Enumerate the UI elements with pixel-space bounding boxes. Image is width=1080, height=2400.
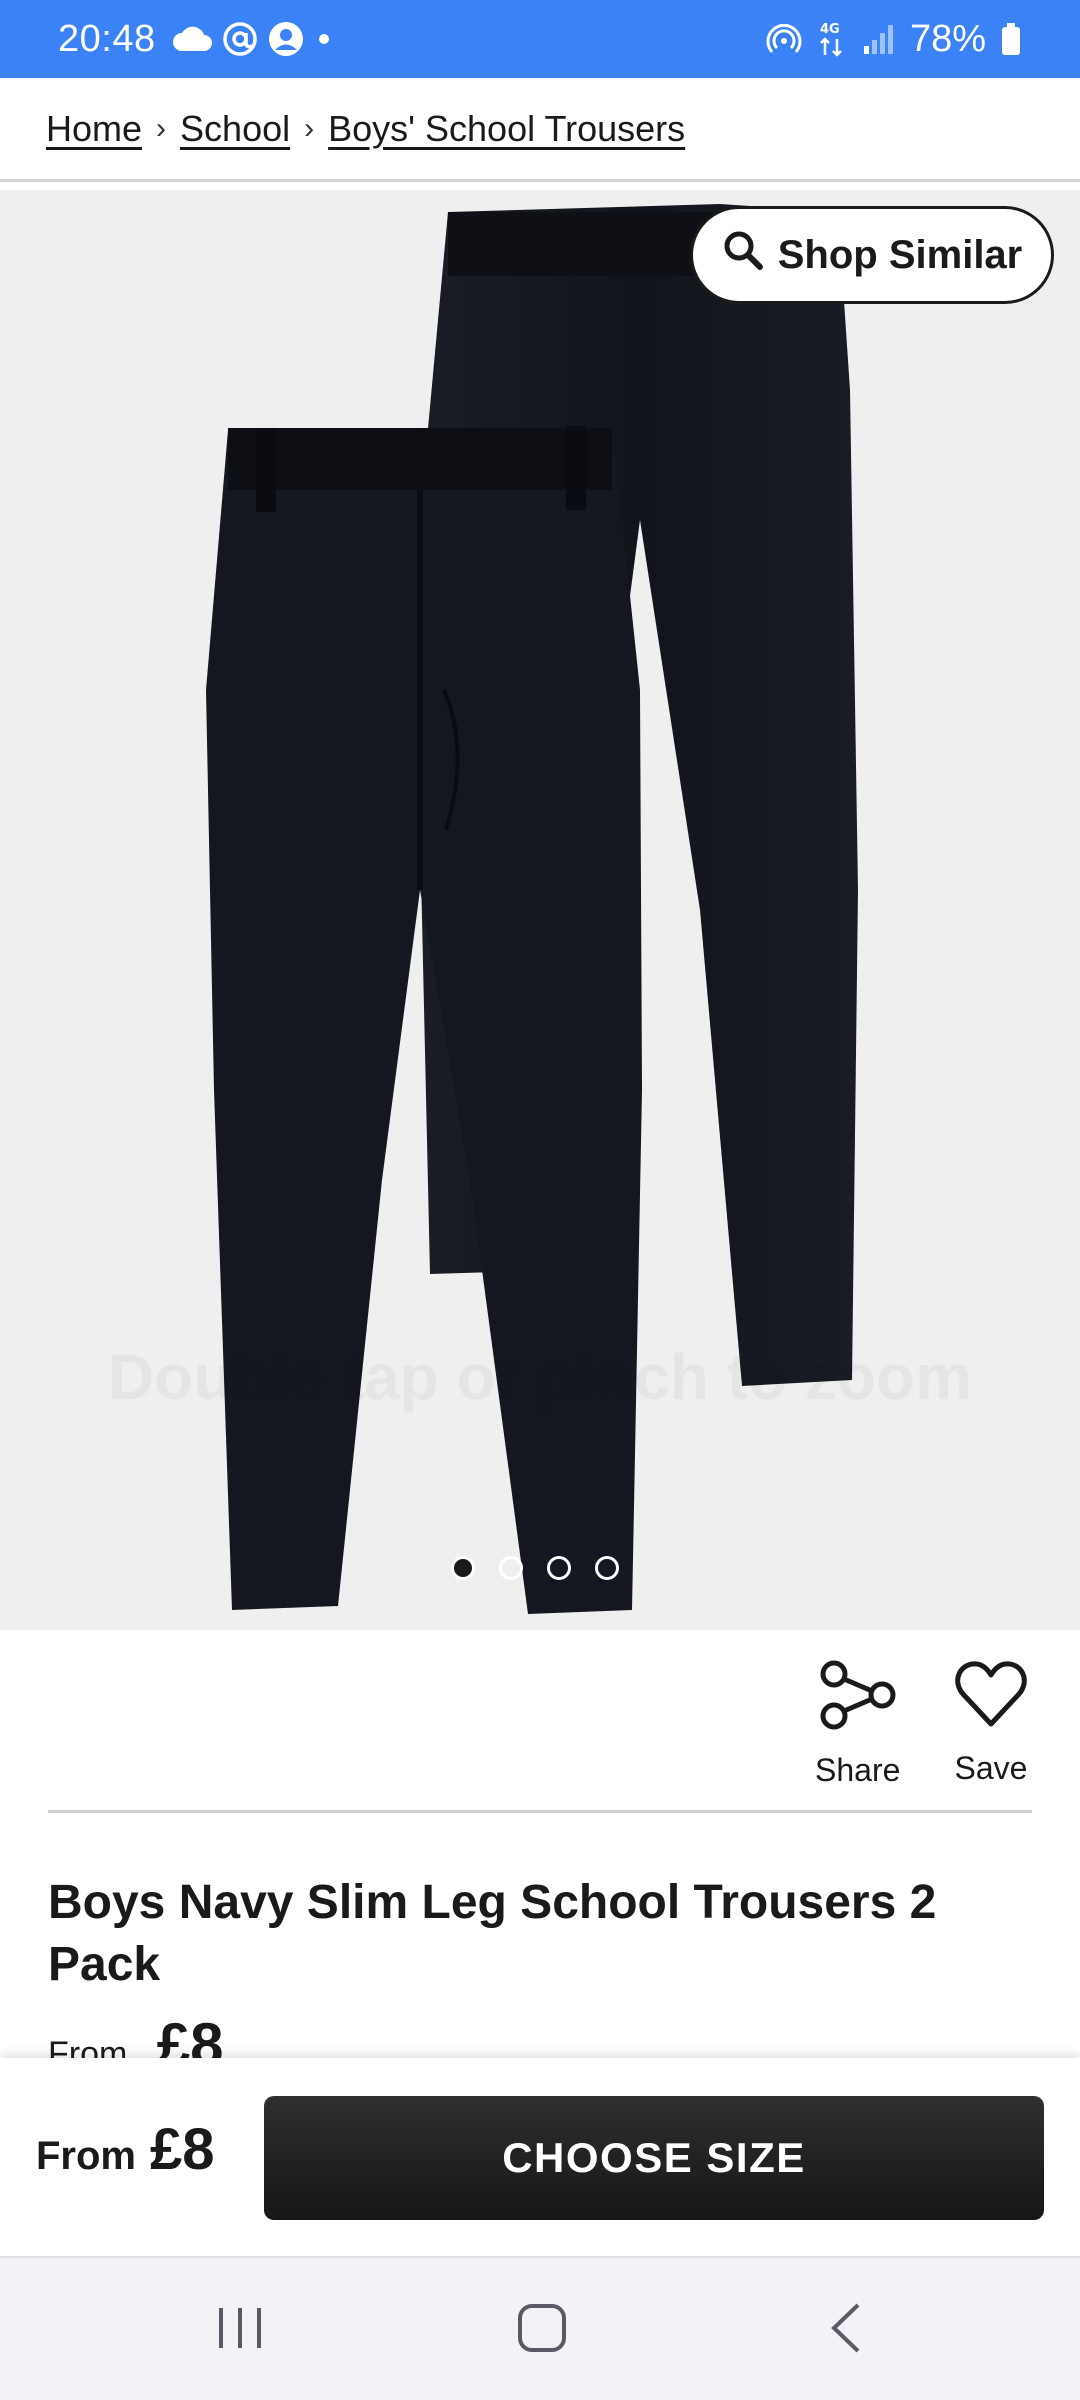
breadcrumb-separator: › xyxy=(304,111,315,145)
sticky-price-value: £8 xyxy=(150,2117,215,2182)
product-image-carousel[interactable]: Double tap or pinch to zoom Shop Similar xyxy=(0,190,1080,1630)
sticky-price: From £8 xyxy=(36,2116,215,2183)
breadcrumb-separator: › xyxy=(156,111,167,145)
cloud-icon xyxy=(172,25,212,53)
front-trousers xyxy=(206,426,642,1614)
account-icon xyxy=(268,21,304,57)
carousel-dot-2[interactable] xyxy=(499,1556,523,1580)
product-image xyxy=(206,204,858,1614)
back-icon xyxy=(826,2301,866,2360)
status-right-icons: 4G 78% xyxy=(766,18,1022,61)
home-button[interactable] xyxy=(482,2258,602,2400)
carousel-dot-3[interactable] xyxy=(547,1556,571,1580)
status-bar: 20:48 4G 78% xyxy=(0,0,1080,78)
search-icon xyxy=(722,229,764,281)
signal-icon xyxy=(862,22,896,56)
carousel-dot-4[interactable] xyxy=(595,1556,619,1580)
status-time: 20:48 xyxy=(58,17,156,60)
hotspot-icon xyxy=(766,21,802,57)
svg-text:4G: 4G xyxy=(820,22,840,37)
product-actions: Share Save xyxy=(0,1630,1080,1812)
notification-dot-icon xyxy=(314,29,334,49)
status-notification-icons xyxy=(172,21,334,57)
breadcrumb-home[interactable]: Home xyxy=(46,108,142,150)
sticky-price-prefix: From xyxy=(36,2134,136,2178)
battery-percentage: 78% xyxy=(909,17,986,60)
sticky-purchase-bar: From £8 CHOOSE SIZE xyxy=(0,2058,1080,2256)
share-label: Share xyxy=(815,1752,901,1788)
mobile-data-icon: 4G xyxy=(816,19,848,59)
choose-size-button[interactable]: CHOOSE SIZE xyxy=(264,2096,1044,2220)
breadcrumb: Home › School › Boys' School Trousers xyxy=(0,78,1080,182)
system-navigation-bar xyxy=(0,2256,1080,2400)
at-sign-icon xyxy=(222,21,258,57)
heart-icon xyxy=(953,1658,1029,1738)
product-title: Boys Navy Slim Leg School Trousers 2 Pac… xyxy=(48,1876,937,1991)
share-icon xyxy=(819,1658,897,1740)
save-label: Save xyxy=(954,1750,1028,1786)
shop-similar-button[interactable]: Shop Similar xyxy=(690,206,1054,304)
breadcrumb-boys-school-trousers[interactable]: Boys' School Trousers xyxy=(328,108,685,150)
battery-icon xyxy=(1000,22,1022,56)
zoom-hint-watermark: Double tap or pinch to zoom xyxy=(0,1340,1080,1414)
recents-button[interactable] xyxy=(180,2258,300,2400)
section-divider xyxy=(48,1810,1032,1813)
share-button[interactable]: Share xyxy=(815,1658,900,1789)
save-button[interactable]: Save xyxy=(953,1658,1029,1787)
shop-similar-label: Shop Similar xyxy=(777,232,1023,277)
breadcrumb-school[interactable]: School xyxy=(180,108,290,150)
recents-icon xyxy=(215,2304,265,2357)
back-button[interactable] xyxy=(786,2258,906,2400)
carousel-indicator xyxy=(0,1556,1080,1580)
home-icon xyxy=(516,2302,568,2359)
carousel-dot-1[interactable] xyxy=(451,1556,475,1580)
